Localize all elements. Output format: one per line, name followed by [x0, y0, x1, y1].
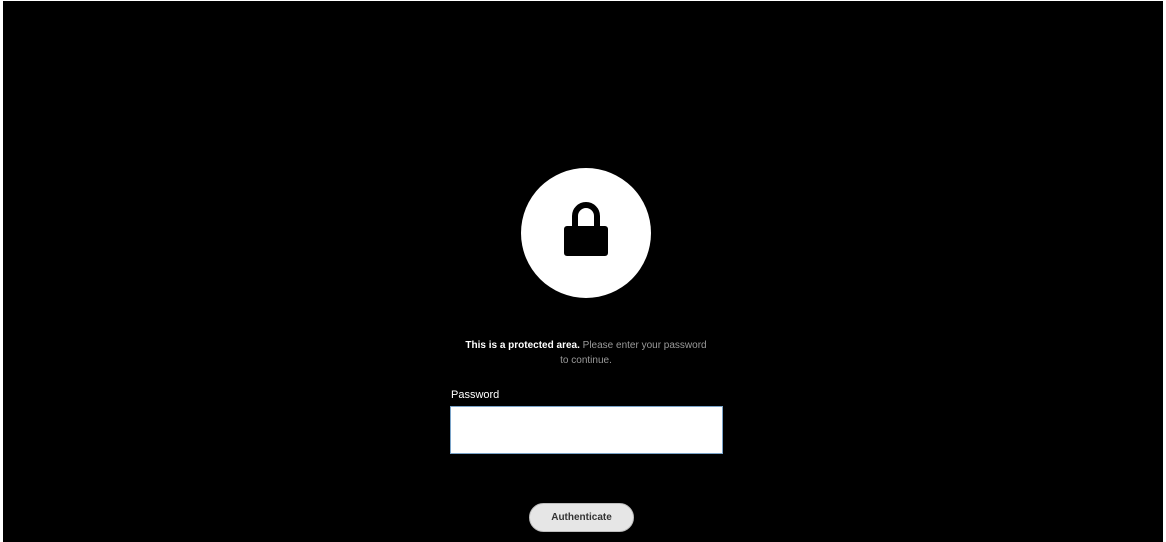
lock-badge — [521, 168, 651, 298]
password-label: Password — [451, 389, 500, 401]
password-input[interactable] — [450, 406, 723, 454]
message-bold-text: This is a protected area. — [465, 340, 580, 351]
lock-icon — [564, 202, 608, 256]
protected-area-message: This is a protected area. Please enter y… — [461, 338, 711, 368]
page-background: This is a protected area. Please enter y… — [3, 1, 1163, 542]
authenticate-button[interactable]: Authenticate — [529, 503, 634, 532]
message-rest-text: Please enter your password to continue. — [560, 340, 707, 366]
